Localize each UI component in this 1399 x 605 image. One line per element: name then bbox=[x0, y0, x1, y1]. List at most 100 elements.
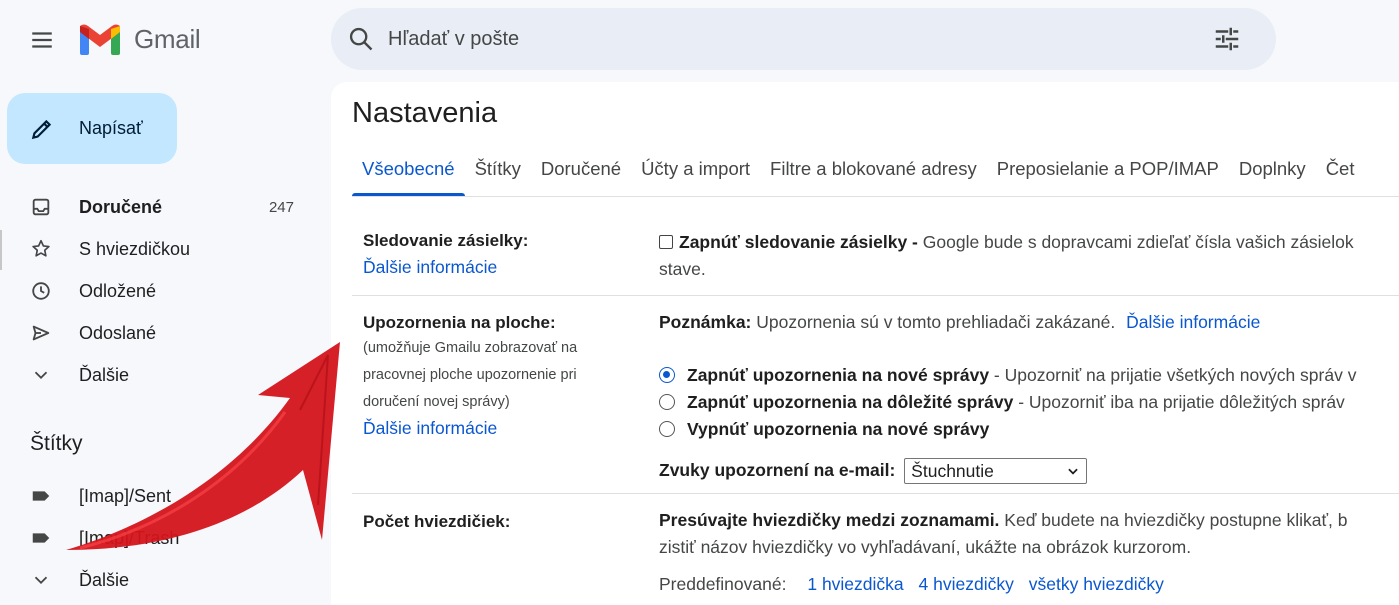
search-input[interactable] bbox=[388, 27, 1212, 51]
tab-general[interactable]: Všeobecné bbox=[352, 148, 465, 196]
sidebar-item-more[interactable]: Ďalšie bbox=[0, 354, 320, 396]
stars-label-cell: Počet hviezdičiek: bbox=[363, 512, 633, 532]
stars-presets-row: Preddefinované: 1 hviezdička 4 hviezdičk… bbox=[659, 571, 1399, 598]
tab-forwarding[interactable]: Preposielanie a POP/IMAP bbox=[987, 148, 1229, 196]
row-divider bbox=[352, 295, 1399, 296]
label-item-trash[interactable]: [Imap]/Trash bbox=[0, 517, 320, 559]
sidebar-item-label: Odoslané bbox=[79, 322, 157, 343]
sound-label: Zvuky upozornení na e-mail: bbox=[659, 460, 896, 480]
label-icon bbox=[30, 485, 52, 507]
tab-filters[interactable]: Filtre a blokované adresy bbox=[760, 148, 987, 196]
sidebar-item-starred[interactable]: S hviezdičkou bbox=[0, 228, 320, 270]
desktop-notifications-label-cell: Upozornenia na ploche: (umožňuje Gmailu … bbox=[363, 313, 633, 439]
note-label: Poznámka: bbox=[659, 312, 752, 332]
package-tracking-label-cell: Sledovanie zásielky: Ďalšie informácie bbox=[363, 231, 633, 278]
preset-all-stars[interactable]: všetky hviezdičky bbox=[1029, 574, 1164, 594]
label-item-label: [Imap]/Trash bbox=[79, 527, 180, 548]
radio-notify-all[interactable] bbox=[659, 367, 675, 383]
labels-heading: Štítky bbox=[30, 432, 83, 455]
setting-sublabel-3: doručení novej správy) bbox=[363, 394, 510, 410]
option-title: Zapnúť upozornenia na nové správy bbox=[687, 365, 990, 385]
setting-label: Upozornenia na ploche: bbox=[363, 313, 556, 332]
sidebar-item-inbox[interactable]: Doručené 247 bbox=[0, 186, 320, 228]
chevron-down-icon bbox=[1068, 469, 1078, 475]
note-text: Upozornenia sú v tomto prehliadači zakáz… bbox=[751, 312, 1116, 332]
stars-title: Presúvajte hviezdičky medzi zoznamami. bbox=[659, 510, 1000, 530]
label-item-label: [Imap]/Sent bbox=[79, 485, 172, 506]
notification-sound-select[interactable]: Štuchnutie bbox=[904, 458, 1088, 485]
sidebar-item-sent[interactable]: Odoslané bbox=[0, 312, 320, 354]
gmail-logo[interactable]: Gmail bbox=[78, 22, 201, 56]
inbox-icon bbox=[30, 196, 52, 218]
sidebar-item-label: Doručené bbox=[79, 196, 163, 217]
setting-label: Sledovanie zásielky: bbox=[363, 231, 529, 250]
send-icon bbox=[30, 322, 52, 344]
setting-sublabel-1: (umožňuje Gmailu zobrazovať na bbox=[363, 340, 578, 356]
stars-value-cell: Presúvajte hviezdičky medzi zoznamami. K… bbox=[659, 507, 1399, 598]
notify-option-important[interactable]: Zapnúť upozornenia na dôležité správy - … bbox=[659, 389, 1399, 416]
package-tracking-checkbox[interactable] bbox=[659, 235, 673, 249]
sidebar-item-snoozed[interactable]: Odložené bbox=[0, 270, 320, 312]
labels-nav: [Imap]/Sent [Imap]/Trash Ďalšie bbox=[0, 475, 320, 601]
labels-more-label: Ďalšie bbox=[79, 569, 130, 590]
note-learn-more-link[interactable]: Ďalšie informácie bbox=[1126, 312, 1260, 332]
stars-line1: Presúvajte hviezdičky medzi zoznamami. K… bbox=[659, 507, 1399, 534]
sidebar-nav: Doručené 247 S hviezdičkou Odložené Odos… bbox=[0, 186, 320, 396]
clock-icon bbox=[30, 280, 52, 302]
pencil-icon bbox=[31, 119, 52, 139]
tab-chat[interactable]: Čet bbox=[1316, 148, 1365, 196]
presets-label: Preddefinované: bbox=[659, 574, 787, 594]
stars-desc2: zistiť názov hviezdičky vo vyhľadávaní, … bbox=[659, 537, 1192, 557]
labels-more[interactable]: Ďalšie bbox=[0, 559, 320, 601]
chevron-down-icon bbox=[30, 364, 52, 386]
learn-more-link[interactable]: Ďalšie informácie bbox=[363, 257, 633, 278]
setting-label: Počet hviezdičiek: bbox=[363, 512, 511, 531]
preset-1-star[interactable]: 1 hviezdička bbox=[807, 574, 903, 594]
option-title: Zapnúť upozornenia na dôležité správy bbox=[687, 392, 1014, 412]
setting-sublabel-2: pracovnej ploche upozornenie pri bbox=[363, 367, 577, 383]
sidebar-item-label: Ďalšie bbox=[79, 364, 130, 385]
sidebar-item-label: Odložené bbox=[79, 280, 157, 301]
settings-panel: Nastavenia Všeobecné Štítky Doručené Účt… bbox=[331, 82, 1399, 605]
chevron-down-icon bbox=[30, 569, 52, 591]
tab-addons[interactable]: Doplnky bbox=[1229, 148, 1316, 196]
page-title: Nastavenia bbox=[352, 97, 498, 129]
checkbox-description: Google bude s dopravcami zdieľať čísla v… bbox=[917, 232, 1354, 252]
row-divider bbox=[352, 493, 1399, 494]
settings-tabs: Všeobecné Štítky Doručené Účty a import … bbox=[352, 148, 1364, 196]
radio-notify-important[interactable] bbox=[659, 394, 675, 410]
preset-4-stars[interactable]: 4 hviezdičky bbox=[919, 574, 1014, 594]
label-item-sent[interactable]: [Imap]/Sent bbox=[0, 475, 320, 517]
app-name: Gmail bbox=[134, 23, 201, 54]
option-title: Vypnúť upozornenia na nové správy bbox=[687, 419, 990, 439]
gmail-m-icon bbox=[80, 24, 120, 55]
stars-desc1: Keď budete na hviezdičky postupne klikať… bbox=[999, 510, 1348, 530]
tab-labels[interactable]: Štítky bbox=[465, 148, 531, 196]
tab-inbox[interactable]: Doručené bbox=[531, 148, 631, 196]
notify-option-off[interactable]: Vypnúť upozornenia na nové správy bbox=[659, 416, 1399, 443]
main-menu-button[interactable] bbox=[22, 20, 62, 60]
compose-button[interactable]: Napísať bbox=[7, 93, 177, 164]
desktop-notifications-value-cell: Poznámka: Upozornenia sú v tomto prehlia… bbox=[659, 309, 1399, 485]
radio-notify-off[interactable] bbox=[659, 421, 675, 437]
search-options-icon[interactable] bbox=[1212, 24, 1242, 54]
description-line2: stave. bbox=[659, 259, 706, 279]
label-icon bbox=[30, 527, 52, 549]
sound-row: Zvuky upozornení na e-mail: Štuchnutie bbox=[659, 457, 1399, 485]
option-desc: - Upozorniť na prijatie všetkých nových … bbox=[989, 365, 1357, 385]
search-icon[interactable] bbox=[347, 25, 375, 53]
notification-note: Poznámka: Upozornenia sú v tomto prehlia… bbox=[659, 309, 1399, 336]
tab-accounts-import[interactable]: Účty a import bbox=[631, 148, 760, 196]
unread-count: 247 bbox=[268, 198, 294, 216]
notify-option-all[interactable]: Zapnúť upozornenia na nové správy - Upoz… bbox=[659, 362, 1399, 389]
sidebar-item-label: S hviezdičkou bbox=[79, 238, 191, 259]
star-icon bbox=[30, 238, 52, 260]
hamburger-menu-icon bbox=[32, 32, 52, 48]
tabs-divider bbox=[352, 196, 1399, 197]
compose-label: Napísať bbox=[79, 118, 143, 138]
search-bar[interactable] bbox=[331, 8, 1276, 70]
learn-more-link[interactable]: Ďalšie informácie bbox=[363, 418, 633, 439]
select-value: Štuchnutie bbox=[911, 460, 994, 481]
checkbox-title: Zapnúť sledovanie zásielky - bbox=[679, 232, 918, 252]
